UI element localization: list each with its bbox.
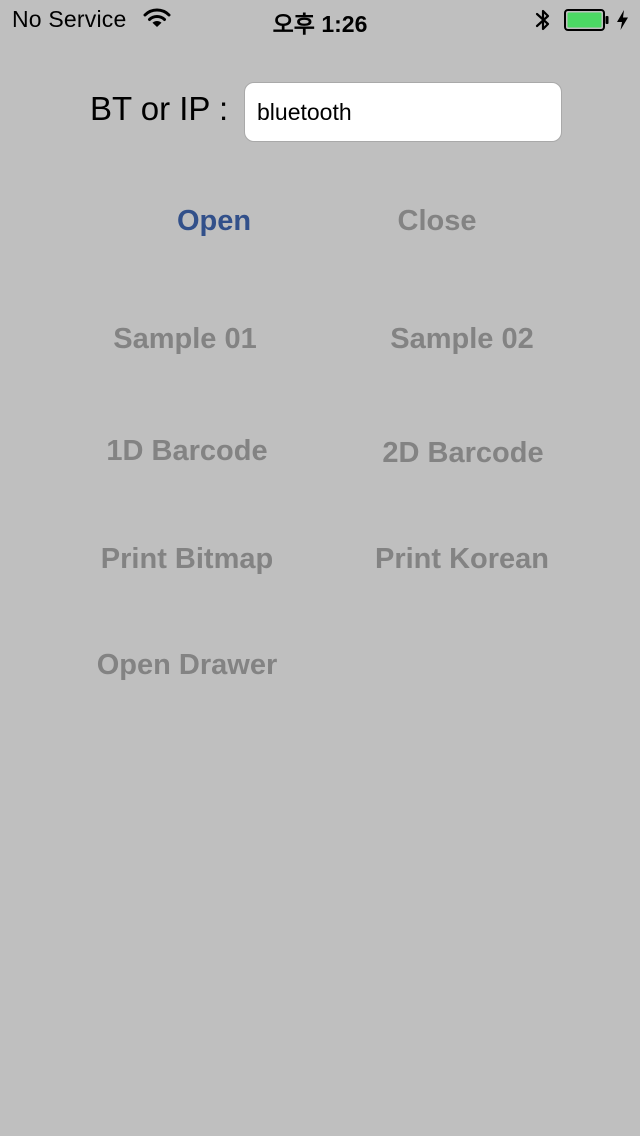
barcode-1d-button[interactable]: 1D Barcode: [106, 431, 267, 471]
sample-01-button[interactable]: Sample 01: [113, 319, 256, 359]
open-button[interactable]: Open: [177, 201, 251, 241]
bluetooth-icon: [535, 9, 550, 31]
barcode-2d-button[interactable]: 2D Barcode: [382, 433, 543, 473]
close-button[interactable]: Close: [398, 201, 477, 241]
status-bar: No Service 오후 1:26: [0, 0, 640, 40]
charging-icon: [617, 10, 628, 30]
print-korean-button[interactable]: Print Korean: [375, 539, 549, 579]
bt-or-ip-input[interactable]: [244, 82, 562, 142]
print-bitmap-button[interactable]: Print Bitmap: [101, 539, 273, 579]
battery-icon: [564, 9, 609, 31]
open-drawer-button[interactable]: Open Drawer: [97, 645, 278, 685]
bt-or-ip-label: BT or IP :: [90, 90, 229, 127]
sample-02-button[interactable]: Sample 02: [390, 319, 533, 359]
